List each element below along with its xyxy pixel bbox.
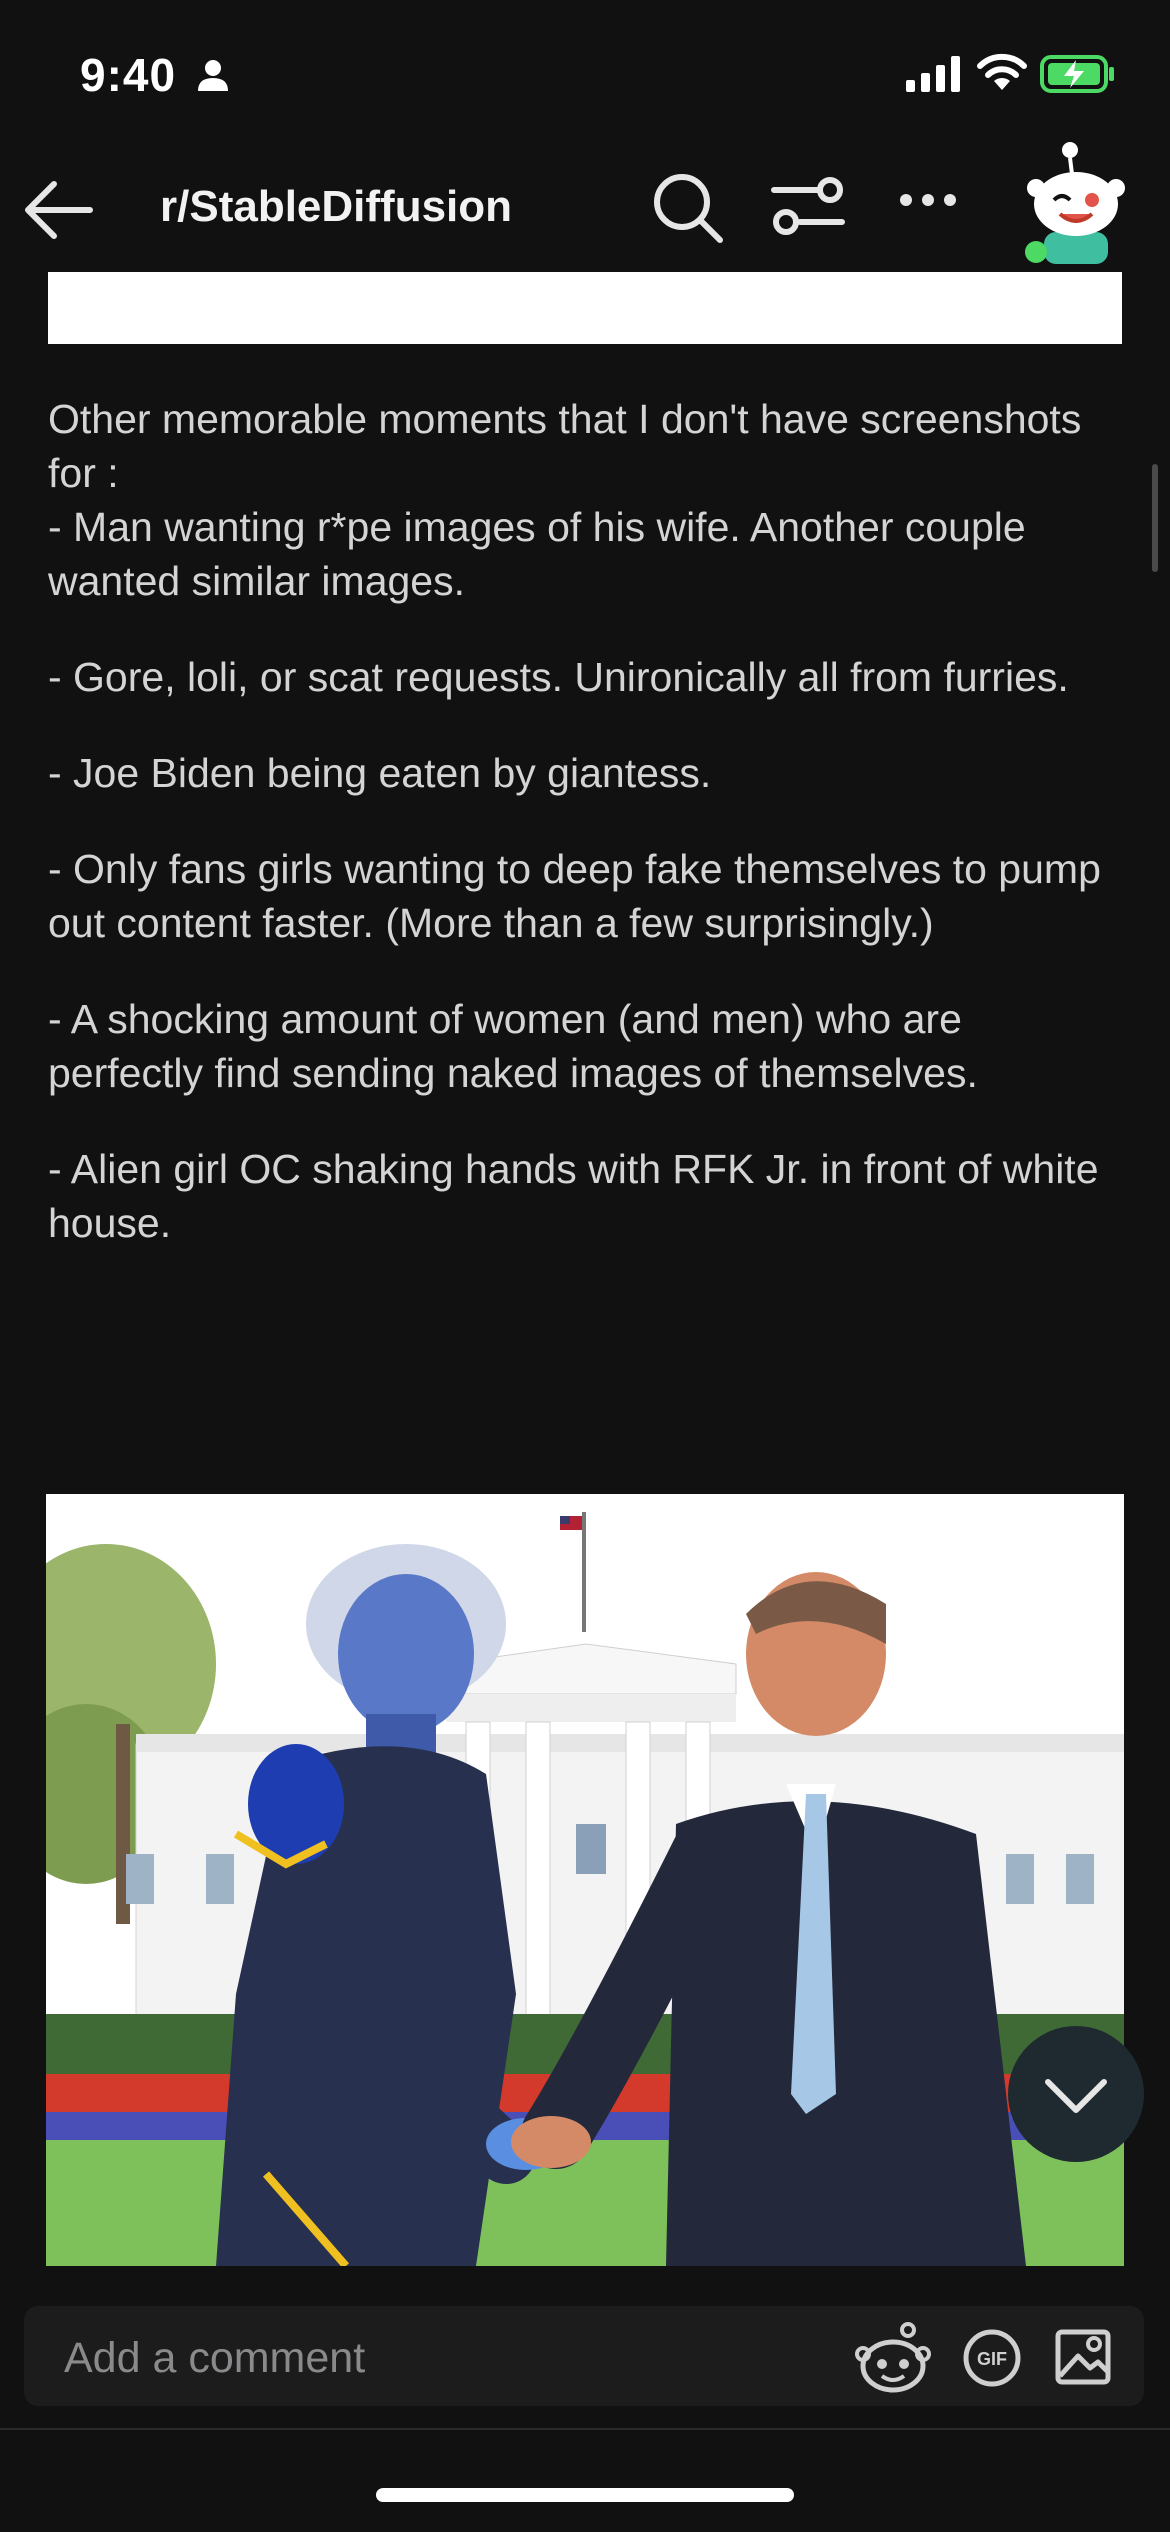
snoo-avatar[interactable]	[1020, 140, 1136, 268]
post-body: Other memorable moments that I don't hav…	[48, 392, 1128, 1292]
comment-placeholder: Add a comment	[64, 2334, 366, 2382]
image-icon[interactable]	[1054, 2326, 1114, 2386]
scroll-indicator[interactable]	[1152, 464, 1158, 572]
subreddit-title[interactable]: r/StableDiffusion	[160, 182, 512, 232]
back-arrow-icon[interactable]	[20, 178, 96, 242]
post-paragraph: - Alien girl OC shaking hands with RFK J…	[48, 1146, 1099, 1246]
wifi-icon	[977, 53, 1027, 90]
post-illustration	[46, 1494, 1124, 2266]
top-nav: r/StableDiffusion	[0, 140, 1170, 270]
person-icon	[198, 60, 228, 91]
gif-icon[interactable]: GIF	[962, 2328, 1022, 2388]
post-paragraph: - Joe Biden being eaten by giantess.	[48, 750, 712, 796]
scroll-down-button[interactable]	[1008, 2026, 1144, 2162]
image-placeholder-bar	[48, 272, 1122, 344]
home-indicator[interactable]	[376, 2488, 794, 2502]
signal-icon	[906, 56, 960, 92]
status-time: 9:40	[80, 49, 177, 101]
more-icon[interactable]	[898, 192, 958, 208]
status-bar: 9:40	[0, 0, 1170, 140]
svg-text:GIF: GIF	[977, 2349, 1007, 2369]
post-image[interactable]	[46, 1494, 1124, 2266]
post-paragraph: - A shocking amount of women (and men) w…	[48, 996, 978, 1096]
post-paragraph: Other memorable moments that I don't hav…	[48, 396, 1082, 604]
divider	[0, 2428, 1170, 2430]
post-paragraph: - Only fans girls wanting to deep fake t…	[48, 846, 1101, 946]
search-icon[interactable]	[650, 170, 726, 246]
post-paragraph: - Gore, loli, or scat requests. Unironic…	[48, 654, 1069, 700]
battery-icon	[1040, 55, 1114, 93]
comment-input[interactable]: Add a comment GIF	[24, 2306, 1144, 2406]
chevron-down-icon	[1045, 2079, 1107, 2113]
snoo-icon[interactable]	[854, 2320, 932, 2398]
filter-icon[interactable]	[770, 174, 846, 240]
